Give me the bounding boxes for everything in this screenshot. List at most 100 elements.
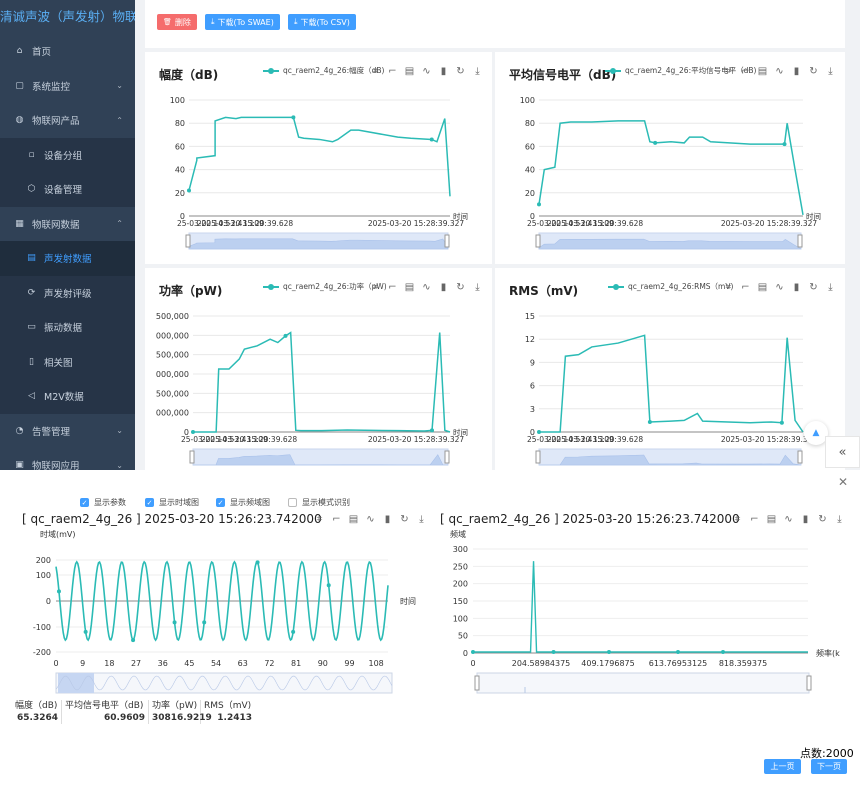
checkbox-show-time-domain[interactable]: ✓ 显示时域图 (145, 497, 199, 508)
rating-icon: ⟳ (27, 287, 36, 298)
freq-domain-title: [ qc_raem2_4g_26 ] 2025-03-20 15:26:23.7… (440, 512, 740, 526)
y-tick-label: 40 (175, 166, 185, 175)
sidebar-item-label: 告警管理 (32, 426, 71, 438)
x-tick-label: 2025-03-20 15:20:39.628 (547, 219, 644, 228)
data-view-icon[interactable]: ▤ (348, 514, 359, 525)
data-point (653, 140, 658, 145)
x-tick-label: 54 (211, 659, 221, 668)
sidebar-item-3[interactable]: ▫ 设备分组 (0, 137, 135, 172)
x-tick-label: 36 (158, 659, 168, 668)
zoom-handle-right[interactable] (444, 234, 450, 248)
chart-icon: ▯ (29, 356, 34, 367)
checkbox-checked-icon: ✓ (80, 498, 89, 507)
checkbox-show-params[interactable]: ✓ 显示参数 (80, 497, 126, 508)
next-page-button[interactable]: 下一页 (811, 759, 847, 774)
sidebar-item-8[interactable]: ▭ 振动数据 (0, 310, 135, 345)
x-tick-label: 9 (80, 659, 85, 668)
close-icon[interactable]: ✕ (838, 475, 848, 489)
zoom-handle-left[interactable] (535, 234, 541, 248)
x-tick-label: 0 (53, 659, 58, 668)
data-point (537, 430, 541, 434)
home-icon: ⌂ (16, 46, 23, 57)
zoom-icon[interactable]: ⌗ (732, 514, 743, 525)
sidebar-item-2[interactable]: ◍ 物联网产品 ⌃ (0, 103, 135, 138)
data-point (782, 142, 787, 147)
data-view-icon[interactable]: ▤ (766, 514, 777, 525)
app-logo: 清诚声波（声发射）物联网云 (0, 9, 135, 24)
y-tick-label: 80 (175, 119, 185, 128)
download-csv-button[interactable]: ⤓ 下载(To CSV) (288, 14, 356, 30)
x-tick-label: 63 (238, 659, 248, 668)
zoom-icon[interactable]: ⌗ (314, 514, 325, 525)
param-value: 1.2413 (217, 713, 252, 723)
param-header: 平均信号电平（dB) (62, 700, 149, 712)
delete-button[interactable]: 🗑 删除 (157, 14, 197, 30)
checkbox-unchecked-icon (288, 498, 297, 507)
zoom-handle-right[interactable] (797, 450, 803, 464)
y-tick-label: 250 (453, 562, 468, 571)
zoom-handle-right[interactable] (797, 234, 803, 248)
save-image-icon[interactable]: ⤓ (416, 514, 427, 525)
sidebar-item-9[interactable]: ▯ 相关图 (0, 344, 135, 379)
checkbox-show-freq-domain[interactable]: ✓ 显示频域图 (216, 497, 270, 508)
sidebar-item-6[interactable]: ▤ 声发射数据 (0, 241, 135, 276)
app-icon: ▣ (15, 460, 24, 470)
folder-icon: ▭ (27, 322, 36, 333)
restore-icon[interactable]: ↻ (399, 514, 410, 525)
y-tick-label: 500,000 (156, 312, 189, 321)
data-point (429, 137, 434, 142)
sidebar-item-7[interactable]: ⟳ 声发射评级 (0, 275, 135, 310)
x-tick-label: 204.58984375 (512, 659, 571, 668)
checkbox-label: 显示时域图 (159, 498, 199, 507)
zoom-handle-left[interactable] (189, 450, 195, 464)
sidebar-item-5[interactable]: ▦ 物联网数据 ⌃ (0, 207, 135, 242)
download-swae-button[interactable]: ⤓ 下载(To SWAE) (205, 14, 280, 30)
chevron-up-icon: ⌃ (116, 115, 123, 125)
zoom-handle-left[interactable] (474, 675, 480, 691)
x-tick-label: 2025-03-20 15:28:39.327 (721, 435, 818, 444)
sidebar-item-10[interactable]: ◁ M2V数据 (0, 379, 135, 414)
sidebar-item-1[interactable]: ▢ 系统监控 ⌄ (0, 69, 135, 104)
sidebar-item-11[interactable]: ◔ 告警管理 ⌄ (0, 414, 135, 449)
toolbar: 🗑 删除 ⤓ 下载(To SWAE) ⤓ 下载(To CSV) (145, 0, 845, 48)
zoom-slider[interactable] (55, 672, 393, 694)
zoom-handle-left[interactable] (185, 234, 191, 248)
download-csv-label: 下载(To CSV) (300, 17, 350, 27)
x-tick-label: 2025-03-20 15:28:39.327 (721, 219, 818, 228)
y-tick-label: 20 (175, 189, 185, 198)
line-icon[interactable]: ∿ (783, 514, 794, 525)
zoom-handle-right[interactable] (806, 675, 812, 691)
zoom-handle-left[interactable] (535, 450, 541, 464)
zoom-reset-icon[interactable]: ⌐ (749, 514, 760, 525)
collapse-panel-button[interactable]: « (825, 436, 860, 468)
y-tick-label: 60 (525, 142, 535, 151)
param-value: 60.9609 (62, 712, 149, 724)
trend-chart: 10080604020025-03-20 14:53:43.1092025-03… (170, 96, 468, 250)
y-tick-label: 0 (46, 597, 51, 606)
params-value-row: 65.3264 60.9609 30816.9219 1.2413 (12, 712, 255, 724)
sidebar-item-12[interactable]: ▣ 物联网应用 ⌄ (0, 448, 135, 470)
data-icon: ▦ (15, 218, 24, 229)
checkbox-show-pattern[interactable]: 显示模式识别 (288, 497, 350, 508)
data-point (607, 650, 611, 654)
series-line (539, 334, 804, 433)
zoom-reset-icon[interactable]: ⌐ (331, 514, 342, 525)
bar-icon[interactable]: ▮ (382, 514, 393, 525)
sidebar-item-4[interactable]: ⬡ 设备管理 (0, 172, 135, 207)
sidebar-item-label: 声发射数据 (44, 254, 92, 266)
sidebar-item-label: 首页 (32, 47, 52, 59)
y-tick-label: 40 (525, 166, 535, 175)
y-tick-label: 60 (175, 142, 185, 151)
save-image-icon[interactable]: ⤓ (834, 514, 845, 525)
x-axis-name: 频率(kHz (816, 648, 840, 658)
prev-page-button[interactable]: 上一页 (764, 759, 801, 774)
sidebar-item-0[interactable]: ⌂ 首页 (0, 34, 135, 69)
bar-icon[interactable]: ▮ (800, 514, 811, 525)
line-icon[interactable]: ∿ (365, 514, 376, 525)
zoom-handle-right[interactable] (444, 450, 450, 464)
data-point (131, 638, 136, 643)
x-tick-label: 2025-03-20 15:20:39.628 (547, 435, 644, 444)
restore-icon[interactable]: ↻ (817, 514, 828, 525)
data-point (202, 620, 207, 625)
zoom-slider[interactable] (476, 672, 810, 694)
